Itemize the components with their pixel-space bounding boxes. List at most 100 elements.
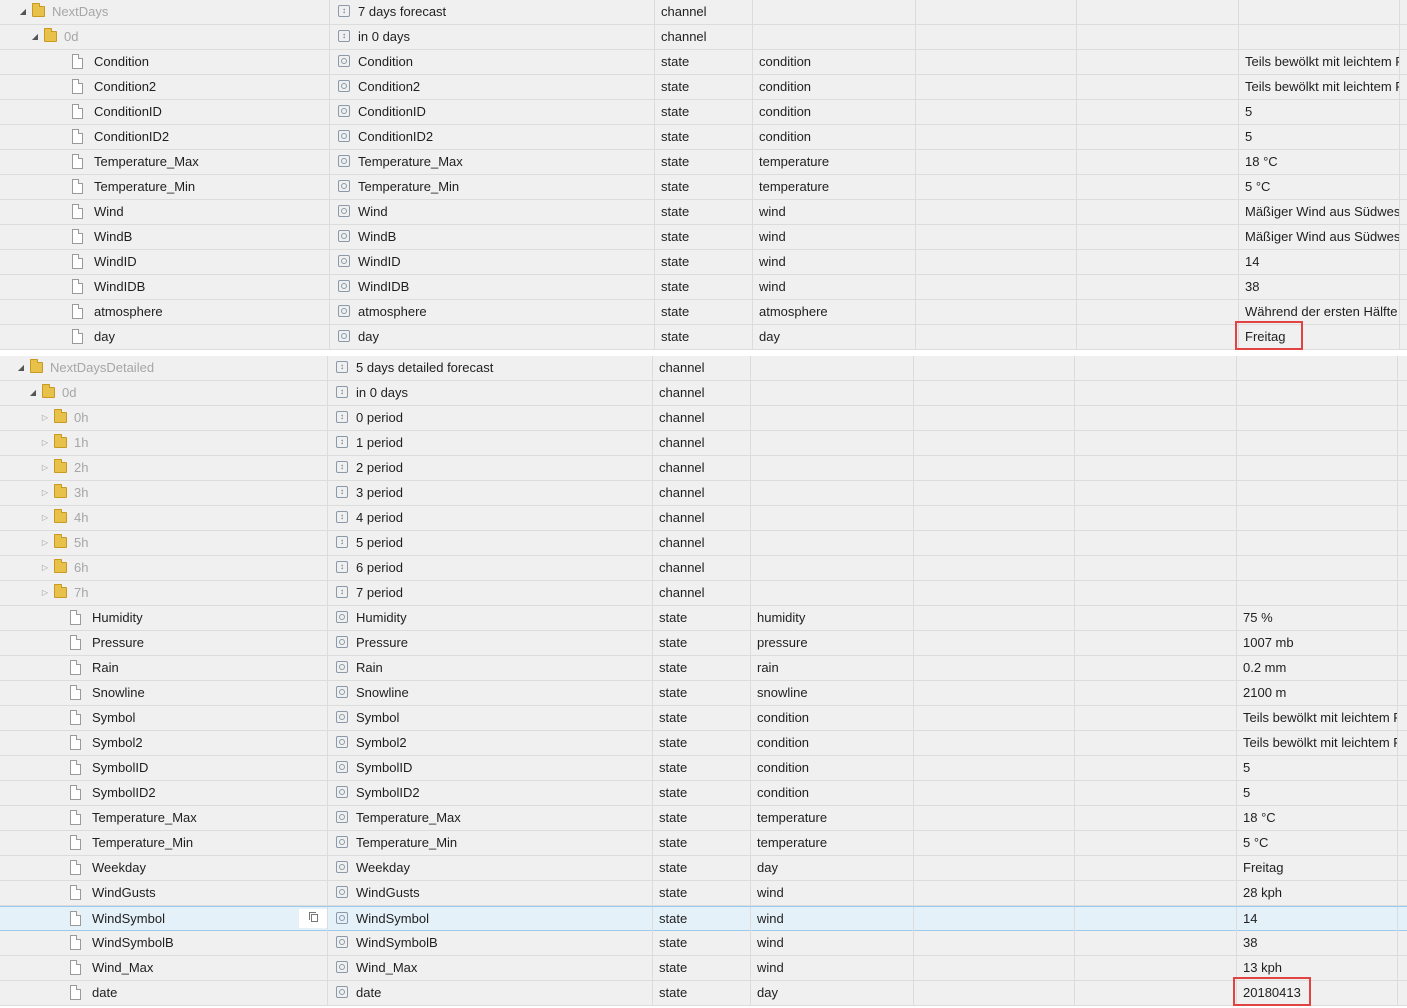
tree-row-temperature_max[interactable]: Temperature_Max Temperature_Max state tempe… [0, 150, 1407, 175]
tree-row-windid[interactable]: WindID WindID state wind 14 [0, 250, 1407, 275]
value-cell[interactable]: 14 [1239, 250, 1400, 275]
tree-row-condition[interactable]: Condition Condition state condition Teils be… [0, 50, 1407, 75]
tree-row-0d[interactable]: ◢ 0d ↕ in 0 days channel [0, 381, 1407, 406]
value-cell[interactable]: 1007 mb [1237, 631, 1398, 656]
tree-row-3h[interactable]: ▷ 3h ↕ 3 period channel [0, 481, 1407, 506]
tree-row-windsymbolb[interactable]: WindSymbolB WindSymbolB state wind 38 [0, 931, 1407, 956]
object-label: Temperature_Max [356, 810, 461, 825]
tree-row-temperature_min[interactable]: Temperature_Min Temperature_Min state tempe… [0, 175, 1407, 200]
value-cell[interactable]: 38 [1239, 275, 1400, 300]
tree-row-5h[interactable]: ▷ 5h ↕ 5 period channel [0, 531, 1407, 556]
expand-triangle-icon[interactable]: ▷ [40, 581, 50, 605]
collapse-triangle-icon[interactable]: ◢ [16, 356, 26, 380]
value-cell[interactable]: Mäßiger Wind aus Südwest [1239, 200, 1400, 225]
expand-triangle-icon[interactable]: ▷ [40, 406, 50, 430]
object-name: 5h [74, 535, 89, 550]
tree-row-1h[interactable]: ▷ 1h ↕ 1 period channel [0, 431, 1407, 456]
file-icon [72, 229, 83, 244]
tree-row-pressure[interactable]: Pressure Pressure state pressure 1007 mb [0, 631, 1407, 656]
value-cell[interactable]: Teils bewölkt mit leichtem Regen [1237, 731, 1398, 756]
collapse-triangle-icon[interactable]: ◢ [28, 381, 38, 405]
value-cell[interactable] [1237, 381, 1398, 406]
expand-triangle-icon[interactable]: ▷ [40, 456, 50, 480]
value-cell[interactable]: 18 °C [1237, 806, 1398, 831]
label-cell: WindSymbolB [328, 931, 653, 956]
tree-row-4h[interactable]: ▷ 4h ↕ 4 period channel [0, 506, 1407, 531]
tree-row-weekday[interactable]: Weekday Weekday state day Freitag [0, 856, 1407, 881]
tree-row-windsymbol[interactable]: WindSymbol WindSymbol state wind 14 [0, 906, 1407, 932]
tree-row-day[interactable]: day day state day Freitag [0, 325, 1407, 350]
expand-triangle-icon[interactable]: ▷ [40, 481, 50, 505]
tree-row-symbol[interactable]: Symbol Symbol state condition Teils bewölkt … [0, 706, 1407, 731]
label-cell: ↕ 7 period [328, 581, 653, 606]
empty-cell [1075, 831, 1237, 856]
tree-row-conditionid[interactable]: ConditionID ConditionID state condition 5 [0, 100, 1407, 125]
value-cell[interactable]: 5 [1239, 100, 1400, 125]
collapse-triangle-icon[interactable]: ◢ [30, 25, 40, 49]
tree-row-temperature_max[interactable]: Temperature_Max Temperature_Max state tempe… [0, 806, 1407, 831]
value-cell[interactable]: Teils bewölkt mit leichtem Regen [1239, 75, 1400, 100]
folder-icon [54, 434, 67, 448]
label-cell: Rain [328, 656, 653, 681]
value-cell[interactable] [1237, 531, 1398, 556]
value-cell[interactable]: 75 % [1237, 606, 1398, 631]
tree-row-windgusts[interactable]: WindGusts WindGusts state wind 28 kph [0, 881, 1407, 906]
expand-triangle-icon[interactable]: ▷ [40, 556, 50, 580]
value-cell[interactable] [1237, 431, 1398, 456]
expand-triangle-icon[interactable]: ▷ [40, 431, 50, 455]
value-cell[interactable] [1237, 481, 1398, 506]
tree-row-temperature_min[interactable]: Temperature_Min Temperature_Min state tempe… [0, 831, 1407, 856]
tree-row-condition2[interactable]: Condition2 Condition2 state condition Teils … [0, 75, 1407, 100]
value-cell[interactable]: 5 °C [1237, 831, 1398, 856]
tree-row-6h[interactable]: ▷ 6h ↕ 6 period channel [0, 556, 1407, 581]
value-cell[interactable]: 18 °C [1239, 150, 1400, 175]
value-cell[interactable]: 5 [1237, 756, 1398, 781]
tree-row-rain[interactable]: Rain Rain state rain 0.2 mm [0, 656, 1407, 681]
tree-row-symbolid2[interactable]: SymbolID2 SymbolID2 state condition 5 [0, 781, 1407, 806]
value-cell[interactable] [1237, 556, 1398, 581]
tree-row-humidity[interactable]: Humidity Humidity state humidity 75 % [0, 606, 1407, 631]
tree-row-nextdaysdetailed[interactable]: ◢ NextDaysDetailed ↕ 5 days detailed foreca… [0, 356, 1407, 381]
value-cell[interactable]: Mäßiger Wind aus Südwest [1239, 225, 1400, 250]
tree-row-atmosphere[interactable]: atmosphere atmosphere state atmosphere Währe… [0, 300, 1407, 325]
expand-triangle-icon[interactable]: ▷ [40, 506, 50, 530]
value-cell[interactable]: 38 [1237, 931, 1398, 956]
value-cell[interactable] [1237, 456, 1398, 481]
tree-row-symbolid[interactable]: SymbolID SymbolID state condition 5 [0, 756, 1407, 781]
value-cell[interactable]: 0.2 mm [1237, 656, 1398, 681]
value-cell[interactable] [1237, 581, 1398, 606]
tree-row-0d[interactable]: ◢ 0d ↕ in 0 days channel [0, 25, 1407, 50]
tree-row-windidb[interactable]: WindIDB WindIDB state wind 38 [0, 275, 1407, 300]
tree-row-conditionid2[interactable]: ConditionID2 ConditionID2 state condition 5 [0, 125, 1407, 150]
value-cell[interactable]: Teils bewölkt mit leichtem Regen [1239, 50, 1400, 75]
value-cell[interactable] [1239, 0, 1400, 25]
expand-triangle-icon[interactable]: ▷ [40, 531, 50, 555]
value-cell[interactable]: Teils bewölkt mit leichtem Regen [1237, 706, 1398, 731]
tree-row-date[interactable]: date date state day 20180413 [0, 981, 1407, 1006]
value-cell[interactable]: 5 [1239, 125, 1400, 150]
type-cell: state [653, 656, 751, 681]
label-cell: atmosphere [330, 300, 655, 325]
value-cell[interactable]: 14 [1237, 907, 1398, 932]
value-cell[interactable] [1237, 406, 1398, 431]
tree-row-0h[interactable]: ▷ 0h ↕ 0 period channel [0, 406, 1407, 431]
tree-row-nextdays[interactable]: ◢ NextDays ↕ 7 days forecast channel [0, 0, 1407, 25]
value-cell[interactable] [1237, 506, 1398, 531]
tree-row-wind[interactable]: Wind Wind state wind Mäßiger Wind aus Südwes… [0, 200, 1407, 225]
value-cell[interactable]: 28 kph [1237, 881, 1398, 906]
tree-row-windb[interactable]: WindB WindB state wind Mäßiger Wind aus Südw… [0, 225, 1407, 250]
value-cell[interactable]: Freitag [1237, 856, 1398, 881]
tree-row-2h[interactable]: ▷ 2h ↕ 2 period channel [0, 456, 1407, 481]
tree-row-7h[interactable]: ▷ 7h ↕ 7 period channel [0, 581, 1407, 606]
tree-row-symbol2[interactable]: Symbol2 Symbol2 state condition Teils bewölk… [0, 731, 1407, 756]
value-cell[interactable]: 5 °C [1239, 175, 1400, 200]
tree-row-snowline[interactable]: Snowline Snowline state snowline 2100 m [0, 681, 1407, 706]
collapse-triangle-icon[interactable]: ◢ [18, 0, 28, 24]
name-cell: Temperature_Min [3, 831, 328, 856]
value-cell[interactable] [1239, 25, 1400, 50]
copy-icon[interactable] [299, 909, 327, 928]
tree-row-wind_max[interactable]: Wind_Max Wind_Max state wind 13 kph [0, 956, 1407, 981]
value-cell[interactable] [1237, 356, 1398, 381]
value-cell[interactable]: 2100 m [1237, 681, 1398, 706]
value-cell[interactable]: 5 [1237, 781, 1398, 806]
